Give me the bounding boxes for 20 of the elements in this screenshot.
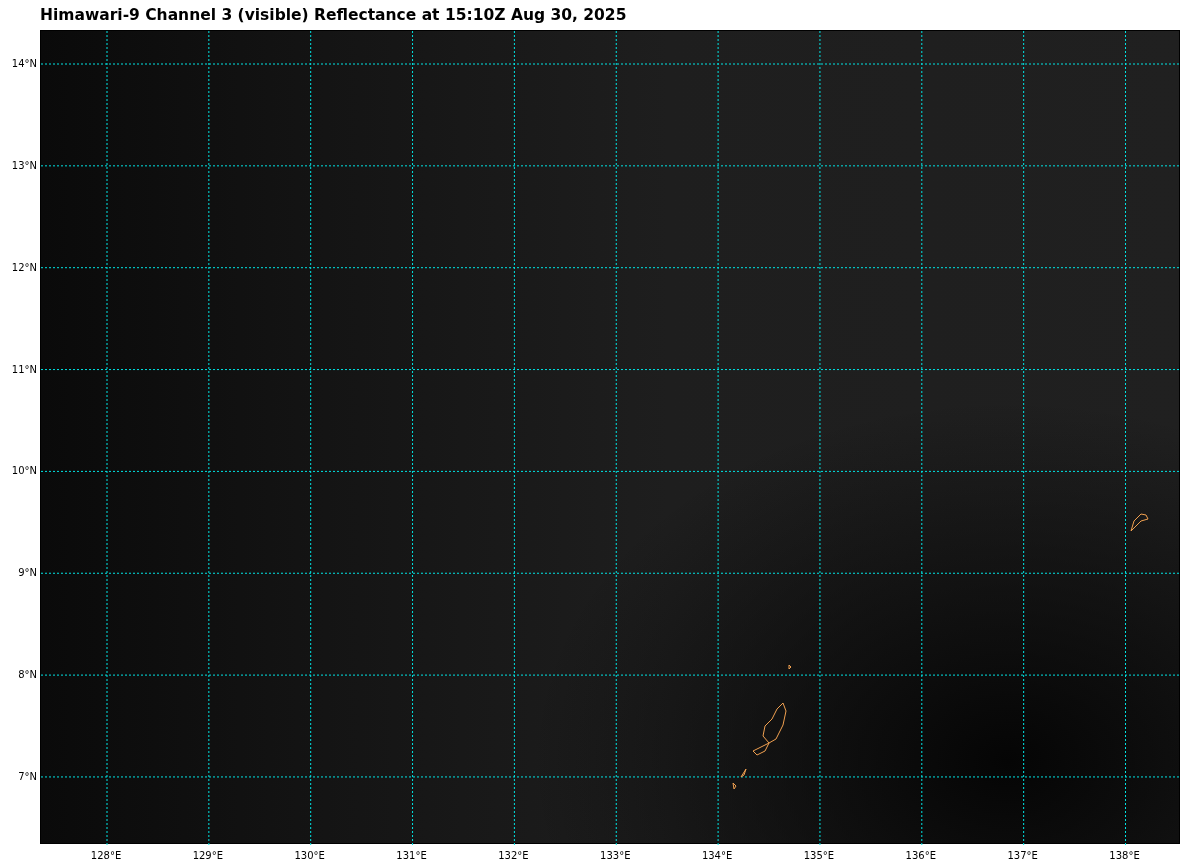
latitude-label: 13°N [11,159,37,171]
longitude-label: 135°E [803,850,835,861]
longitude-label: 129°E [192,850,224,861]
longitude-label: 130°E [294,850,325,861]
longitude-label: 132°E [498,850,529,861]
latitude-label: 8°N [18,668,37,680]
latitude-label: 11°N [11,363,37,375]
longitude-label: 137°E [1007,850,1038,861]
longitude-label: 138°E [1109,850,1140,861]
latitude-label: 7°N [18,770,37,782]
longitude-label: 128°E [90,850,122,861]
latitude-label: 12°N [11,261,37,273]
chart-title: Himawari-9 Channel 3 (visible) Reflectance at 15:10Z Aug 30, 2025 [40,6,627,24]
longitude-label: 133°E [600,850,631,861]
longitude-label: 136°E [905,850,936,861]
latitude-label: 9°N [18,566,37,578]
latitude-label: 10°N [11,464,37,476]
longitude-label: 131°E [396,850,427,861]
longitude-label: 134°E [701,850,733,861]
latitude-label: 14°N [11,57,37,69]
